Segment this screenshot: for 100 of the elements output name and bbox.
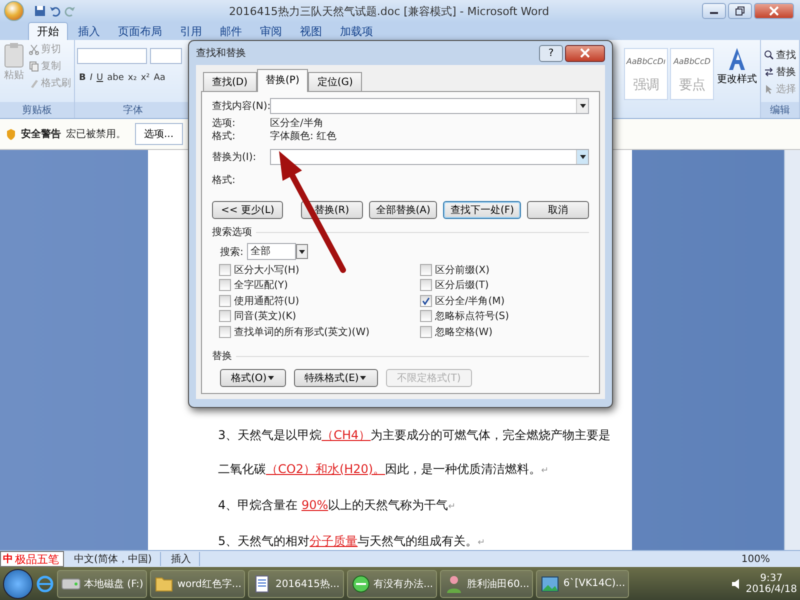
checkbox[interactable]	[219, 326, 231, 338]
checkbox-label: 全字匹配(Y)	[234, 278, 288, 292]
option-value: 区分全/半角	[270, 117, 324, 130]
checkbox[interactable]	[219, 264, 231, 276]
group-label: 剪贴板	[0, 102, 74, 118]
search-icon	[764, 50, 774, 60]
ribbon-tab[interactable]: 加载项	[332, 22, 381, 40]
section-title: 搜索选项	[212, 225, 589, 239]
checkbox[interactable]	[420, 279, 432, 292]
dialog-tab[interactable]: 替换(P)	[256, 69, 308, 92]
format-button[interactable]: B	[77, 72, 88, 84]
font-size-field[interactable]	[150, 48, 182, 64]
office-logo-button[interactable]	[4, 1, 24, 21]
format-button[interactable]: abe	[105, 72, 126, 84]
combo-field[interactable]	[270, 98, 589, 114]
ribbon-tab[interactable]: 页面布局	[110, 22, 170, 40]
dropdown-icon	[298, 248, 306, 256]
style-gallery-item[interactable]: AaBbCcDı 强调	[624, 48, 668, 100]
format-button[interactable]: x₂	[126, 72, 139, 84]
field-label: 查找内容(N):	[212, 100, 270, 113]
close-icon	[580, 48, 590, 58]
language-status[interactable]: 中文(简体，中国)	[66, 552, 161, 566]
dialog-close-button[interactable]	[565, 44, 605, 62]
clipboard-icon	[3, 42, 25, 68]
dropdown-icon	[578, 102, 586, 110]
dialog-button[interactable]: << 更少(L)	[212, 201, 284, 219]
zoom-level[interactable]: 100%	[741, 554, 770, 564]
ribbon-tab[interactable]: 邮件	[212, 22, 250, 40]
document-paragraph: 二氧化碳（CO2）和水(H20)。因此，是一种优质清洁燃料。↵	[218, 461, 549, 478]
window-title: 2016415热力三队天然气试题.doc [兼容模式] - Microsoft Word	[228, 4, 550, 18]
checkbox[interactable]	[420, 264, 432, 276]
change-styles-button[interactable]: 更改样式	[716, 42, 758, 118]
editing-item[interactable]: 查找	[763, 48, 797, 62]
ribbon-tab[interactable]: 引用	[172, 22, 210, 40]
close-button[interactable]	[754, 3, 794, 19]
minimize-button[interactable]	[702, 3, 726, 19]
format-value: 字体颜色: 红色	[270, 130, 337, 143]
ribbon-tab[interactable]: 开始	[28, 22, 68, 40]
group-label: 编辑	[761, 102, 799, 118]
option-label: 选项:	[212, 117, 236, 130]
taskbar-button[interactable]: 有没有办法...	[346, 570, 438, 598]
dialog-button[interactable]: 特殊格式(E)	[294, 369, 378, 387]
security-warning-title: 安全警告	[21, 127, 61, 141]
save-icon[interactable]	[34, 5, 46, 17]
ribbon-tab[interactable]: 插入	[70, 22, 108, 40]
checkbox-label: 区分全/半角(M)	[434, 294, 505, 308]
checkbox[interactable]	[219, 294, 231, 307]
taskbar-button[interactable]: 本地磁盘 (F:)	[57, 570, 148, 598]
dialog-title: 查找和替换	[196, 46, 247, 60]
dropdown-icon	[266, 374, 275, 382]
checkbox[interactable]	[420, 310, 432, 322]
help-button[interactable]: ?	[539, 44, 563, 62]
dialog-tab[interactable]: 定位(G)	[308, 72, 362, 91]
check-icon	[422, 296, 430, 305]
checkbox[interactable]	[420, 294, 432, 307]
ribbon-tab[interactable]: 审阅	[252, 22, 290, 40]
taskbar-button[interactable]: 2016415热...	[248, 570, 344, 598]
format-button[interactable]: x²	[138, 72, 152, 84]
shield-icon	[6, 128, 16, 140]
start-button[interactable]	[3, 568, 33, 598]
format-label: 格式:	[212, 174, 236, 187]
section-title: 替换	[212, 349, 589, 363]
taskbar-button[interactable]: 胜利油田60...	[440, 570, 534, 598]
restore-icon	[735, 6, 745, 16]
dropdown-icon	[578, 153, 586, 161]
dialog-button[interactable]: 取消	[527, 201, 589, 219]
checkbox-label: 查找单词的所有形式(英文)(W)	[234, 326, 370, 339]
clock-time: 9:37	[760, 572, 783, 584]
insert-mode-status[interactable]: 插入	[162, 552, 200, 566]
style-gallery-item[interactable]: AaBbCcD 要点	[670, 48, 714, 100]
checkbox[interactable]	[219, 310, 231, 322]
dialog-button[interactable]: 查找下一处(F)	[443, 201, 521, 219]
checkbox-label: 区分大小写(H)	[234, 264, 300, 277]
combo-field[interactable]	[270, 149, 589, 165]
format-button[interactable]: U	[94, 72, 106, 84]
dialog-button[interactable]: 格式(O)	[220, 369, 286, 387]
options-button[interactable]: 选项...	[135, 123, 183, 145]
format-button[interactable]: I	[88, 72, 95, 84]
undo-icon[interactable]	[49, 5, 61, 17]
taskbar-button[interactable]: 6`[VK14C)...	[536, 570, 630, 598]
checkbox[interactable]	[420, 326, 432, 338]
font-name-field[interactable]	[77, 48, 147, 64]
replace-icon	[764, 67, 774, 77]
editing-item[interactable]: 替换	[763, 65, 797, 79]
ribbon-tab[interactable]: 视图	[292, 22, 330, 40]
checkbox[interactable]	[219, 279, 231, 292]
copy-icon	[29, 60, 39, 72]
dialog-tab[interactable]: 查找(D)	[203, 72, 257, 91]
taskbar-button[interactable]: word红色字...	[150, 570, 246, 598]
vertical-scrollbar[interactable]	[784, 150, 800, 550]
redo-icon[interactable]	[64, 5, 76, 17]
format-button[interactable]: Aa	[152, 72, 168, 84]
field-label: 搜索:	[220, 246, 244, 258]
restore-button[interactable]	[728, 3, 752, 19]
checkbox-label: 区分前缀(X)	[434, 264, 490, 277]
scissors-icon	[29, 44, 39, 54]
ime-toolbar[interactable]: 中 极品五笔	[0, 551, 64, 567]
format-label: 格式:	[212, 130, 236, 143]
letter-a-icon	[726, 46, 748, 72]
dialog-button[interactable]: 全部替换(A)	[368, 201, 438, 219]
